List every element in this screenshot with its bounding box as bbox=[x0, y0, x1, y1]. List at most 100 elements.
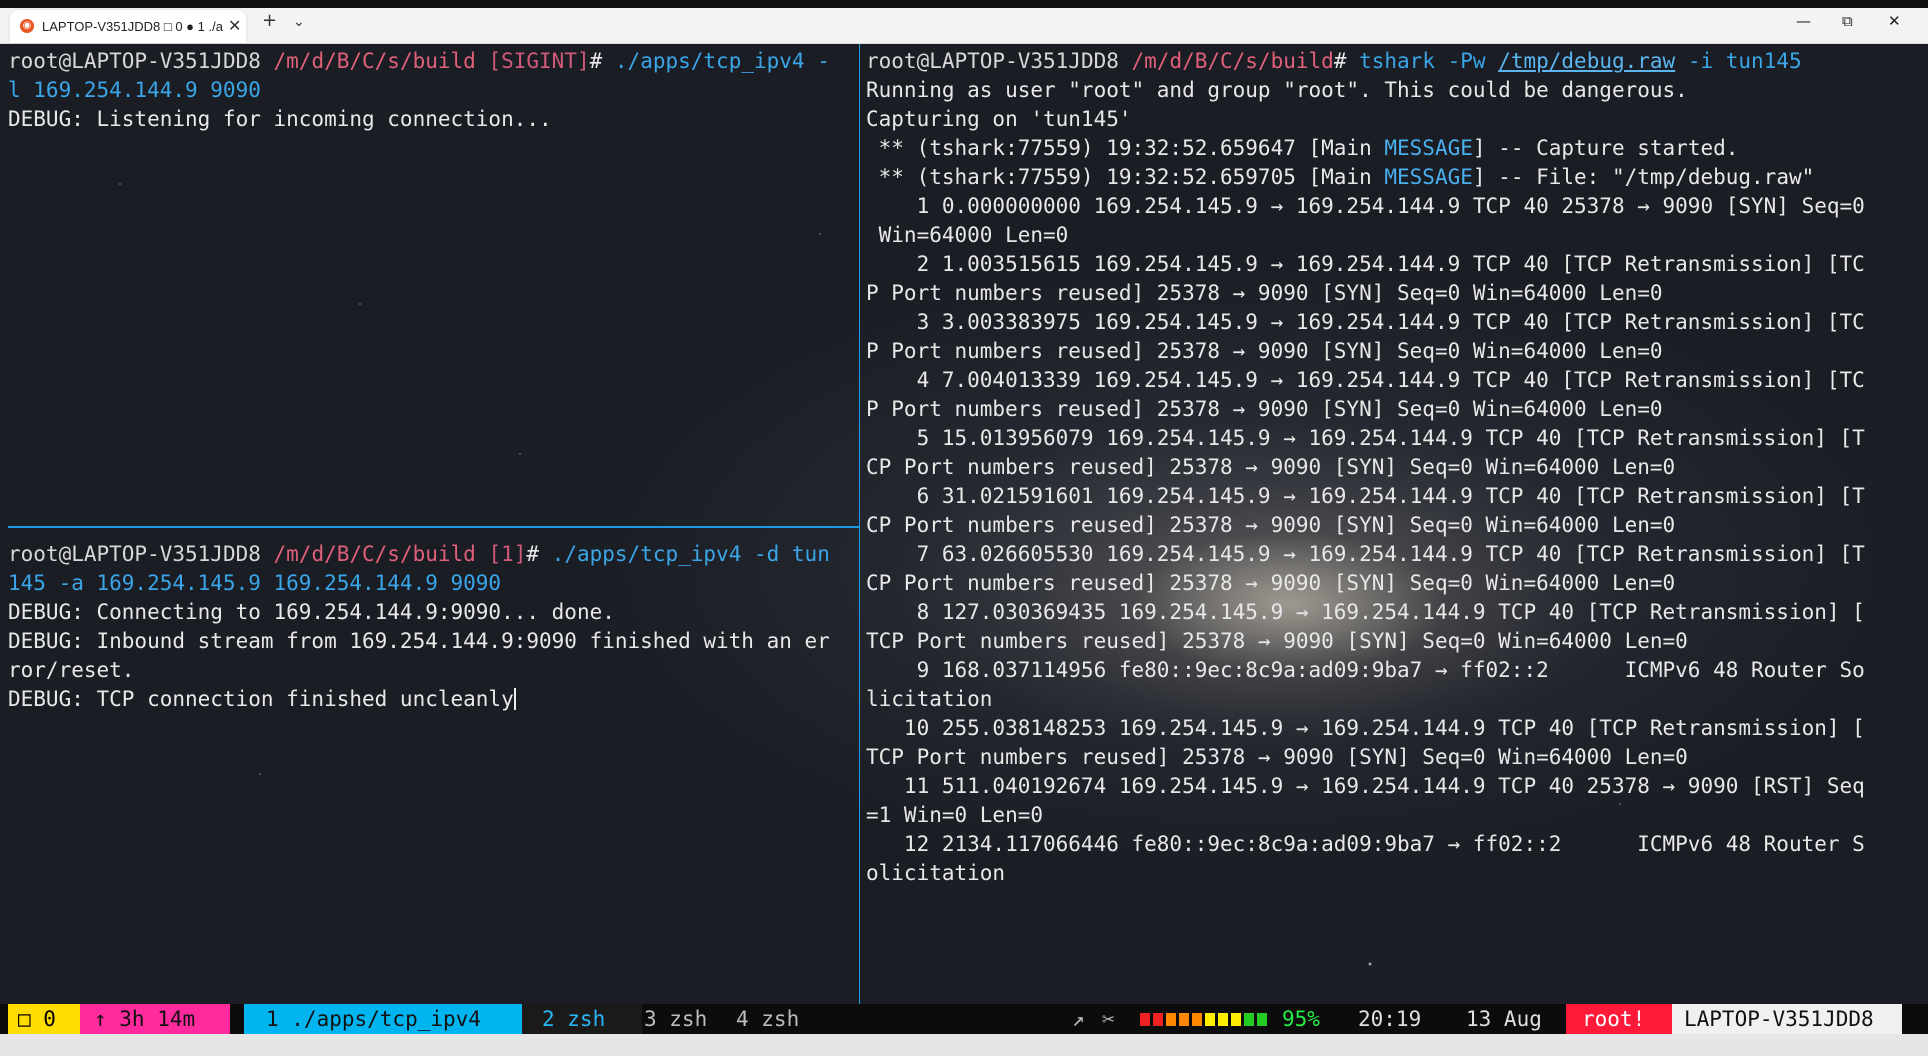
packet-line: P Port numbers reused] 25378 → 9090 [SYN… bbox=[866, 281, 1663, 305]
minimize-button[interactable]: — bbox=[1796, 12, 1811, 30]
packet-line: 5 15.013956079 169.254.145.9 → 169.254.1… bbox=[866, 426, 1865, 450]
packet-line: CP Port numbers reused] 25378 → 9090 [SY… bbox=[866, 513, 1676, 537]
battery-segment bbox=[1140, 1013, 1150, 1026]
packet-line: 1 0.000000000 169.254.145.9 → 169.254.14… bbox=[866, 194, 1865, 218]
battery-segment bbox=[1244, 1013, 1254, 1026]
packet-line: 11 511.040192674 169.254.145.9 → 169.254… bbox=[866, 774, 1865, 798]
prompt-path: /m/d/B/C/s/build bbox=[260, 49, 476, 73]
tab-close-icon[interactable]: ✕ bbox=[228, 16, 241, 36]
packet-line: licitation bbox=[866, 687, 993, 711]
packet-line: CP Port numbers reused] 25378 → 9090 [SY… bbox=[866, 455, 1676, 479]
command-text: ./apps/tcp_ipv4 -d tun bbox=[551, 542, 830, 566]
output-line: DEBUG: Inbound stream from 169.254.144.9… bbox=[8, 629, 830, 653]
command-text: ./apps/tcp_ipv4 - bbox=[614, 49, 830, 73]
command-file-link[interactable]: /tmp/debug.raw bbox=[1498, 49, 1675, 73]
packet-line: =1 Win=0 Len=0 bbox=[866, 803, 1044, 827]
battery-segment bbox=[1257, 1013, 1267, 1026]
close-window-button[interactable]: ✕ bbox=[1888, 12, 1901, 30]
command-continuation: l 169.254.144.9 9090 bbox=[8, 78, 261, 102]
pane-divider-horizontal[interactable] bbox=[8, 526, 860, 528]
window-tab-2[interactable]: 2 zsh bbox=[522, 1004, 642, 1034]
prompt-host: @LAPTOP-V351JDD8 bbox=[58, 542, 261, 566]
packet-line: CP Port numbers reused] 25378 → 9090 [SY… bbox=[866, 571, 1676, 595]
prompt-char: # bbox=[1333, 49, 1360, 73]
prompt-line: root@LAPTOP-V351JDD8 /m/d/B/C/s/build [1… bbox=[8, 540, 830, 569]
prompt-char: # bbox=[526, 542, 552, 566]
prompt-char: # bbox=[589, 49, 615, 73]
log-level: MESSAGE bbox=[1384, 136, 1473, 160]
output-line: DEBUG: Connecting to 169.254.144.9:9090.… bbox=[8, 600, 615, 624]
battery-segment bbox=[1153, 1013, 1163, 1026]
command-text: tshark -Pw bbox=[1359, 49, 1499, 73]
battery-segment bbox=[1205, 1013, 1215, 1026]
log-prefix: ** (tshark:77559) 19:32:52.659705 [Main bbox=[866, 165, 1385, 189]
pane-divider-vertical[interactable] bbox=[859, 44, 860, 1004]
log-message: ] -- Capture started. bbox=[1472, 136, 1739, 160]
packet-line: P Port numbers reused] 25378 → 9090 [SYN… bbox=[866, 339, 1663, 363]
new-tab-button[interactable]: + bbox=[262, 10, 277, 31]
log-line: ** (tshark:77559) 19:32:52.659647 [Main … bbox=[866, 134, 1739, 163]
window-bottom-edge bbox=[0, 1034, 1928, 1056]
session-indicator: □ 0 bbox=[8, 1004, 86, 1034]
packet-line: 3 3.003383975 169.254.145.9 → 169.254.14… bbox=[866, 310, 1865, 334]
tab-title: LAPTOP-V351JDD8 □ 0 ● 1 ./a bbox=[42, 19, 223, 34]
pane-left-bottom[interactable]: root@LAPTOP-V351JDD8 /m/d/B/C/s/build [1… bbox=[8, 540, 856, 1000]
packet-line: 10 255.038148253 169.254.145.9 → 169.254… bbox=[866, 716, 1865, 740]
root-warning-badge: root! bbox=[1566, 1004, 1682, 1034]
output-line-last: DEBUG: TCP connection finished uncleanly bbox=[8, 685, 516, 714]
prompt-user: root bbox=[866, 49, 917, 73]
titlebar-top-edge bbox=[0, 0, 1928, 8]
prompt-host: @LAPTOP-V351JDD8 bbox=[916, 49, 1119, 73]
packet-line: P Port numbers reused] 25378 → 9090 [SYN… bbox=[866, 397, 1663, 421]
tab-dropdown-icon[interactable]: ⌄ bbox=[293, 14, 305, 30]
log-message: ] -- File: "/tmp/debug.raw" bbox=[1472, 165, 1815, 189]
output-text: DEBUG: TCP connection finished uncleanly bbox=[8, 687, 514, 711]
hostname-badge: LAPTOP-V351JDD8 bbox=[1672, 1004, 1902, 1034]
output-line: Capturing on 'tun145' bbox=[866, 107, 1132, 131]
arrow-icon: ↗ bbox=[1072, 1007, 1085, 1031]
window-tab-4[interactable]: 4 zsh bbox=[736, 1004, 799, 1034]
battery-segment bbox=[1179, 1013, 1189, 1026]
battery-segment bbox=[1192, 1013, 1202, 1026]
battery-percent: 95% bbox=[1282, 1007, 1320, 1031]
prompt-user: root bbox=[8, 49, 59, 73]
battery-segment bbox=[1231, 1013, 1241, 1026]
packet-line: 9 168.037114956 fe80::9ec:8c9a:ad09:9ba7… bbox=[866, 658, 1865, 682]
packet-line: 2 1.003515615 169.254.145.9 → 169.254.14… bbox=[866, 252, 1865, 276]
battery-segment bbox=[1218, 1013, 1228, 1026]
window-tab-3[interactable]: 3 zsh bbox=[644, 1004, 707, 1034]
log-prefix: ** (tshark:77559) 19:32:52.659647 [Main bbox=[866, 136, 1385, 160]
pane-right[interactable]: root@LAPTOP-V351JDD8 /m/d/B/C/s/build# t… bbox=[866, 47, 1928, 997]
packet-line: 7 63.026605530 169.254.145.9 → 169.254.1… bbox=[866, 542, 1865, 566]
log-line: ** (tshark:77559) 19:32:52.659705 [Main … bbox=[866, 163, 1815, 192]
command-continuation: 145 -a 169.254.145.9 169.254.144.9 9090 bbox=[8, 571, 502, 595]
packet-line: 4 7.004013339 169.254.145.9 → 169.254.14… bbox=[866, 368, 1865, 392]
packet-line: TCP Port numbers reused] 25378 → 9090 [S… bbox=[866, 745, 1688, 769]
output-line: DEBUG: Listening for incoming connection… bbox=[8, 107, 552, 131]
terminal-viewport[interactable]: root@LAPTOP-V351JDD8 /m/d/B/C/s/build [S… bbox=[0, 44, 1928, 1004]
log-level: MESSAGE bbox=[1384, 165, 1473, 189]
clock-time: 20:19 bbox=[1358, 1007, 1422, 1031]
prompt-flag: [SIGINT] bbox=[475, 49, 590, 73]
prompt-line: root@LAPTOP-V351JDD8 /m/d/B/C/s/build [S… bbox=[8, 47, 830, 76]
prompt-path: /m/d/B/C/s/build bbox=[1118, 49, 1334, 73]
packet-line: TCP Port numbers reused] 25378 → 9090 [S… bbox=[866, 629, 1688, 653]
uptime-indicator: ↑ 3h 14m bbox=[80, 1004, 230, 1034]
tmux-statusbar: □ 0 ↑ 3h 14m 1 ./apps/tcp_ipv4 2 zsh 3 z… bbox=[0, 1004, 1928, 1034]
window-titlebar: ◉ LAPTOP-V351JDD8 □ 0 ● 1 ./a ✕ + ⌄ — ⧉ … bbox=[0, 0, 1928, 44]
prompt-host: @LAPTOP-V351JDD8 bbox=[58, 49, 261, 73]
packet-line: 12 2134.117066446 fe80::9ec:8c9a:ad09:9b… bbox=[866, 832, 1865, 856]
packet-line: 8 127.030369435 169.254.145.9 → 169.254.… bbox=[866, 600, 1865, 624]
command-args: -i tun145 bbox=[1675, 49, 1802, 73]
battery-segment bbox=[1166, 1013, 1176, 1026]
output-line: ror/reset. bbox=[8, 658, 135, 682]
packet-line: 6 31.021591601 169.254.145.9 → 169.254.1… bbox=[866, 484, 1865, 508]
prompt-path: /m/d/B/C/s/build bbox=[260, 542, 476, 566]
pane-left-top[interactable]: root@LAPTOP-V351JDD8 /m/d/B/C/s/build [S… bbox=[8, 47, 856, 517]
packet-line: olicitation bbox=[866, 861, 1006, 885]
prompt-flag: [1] bbox=[475, 542, 527, 566]
packet-line: Win=64000 Len=0 bbox=[866, 223, 1069, 247]
window-tab-1[interactable]: 1 ./apps/tcp_ipv4 bbox=[244, 1004, 524, 1034]
maximize-button[interactable]: ⧉ bbox=[1842, 12, 1853, 30]
terminal-tab[interactable]: ◉ LAPTOP-V351JDD8 □ 0 ● 1 ./a ✕ bbox=[10, 10, 246, 43]
